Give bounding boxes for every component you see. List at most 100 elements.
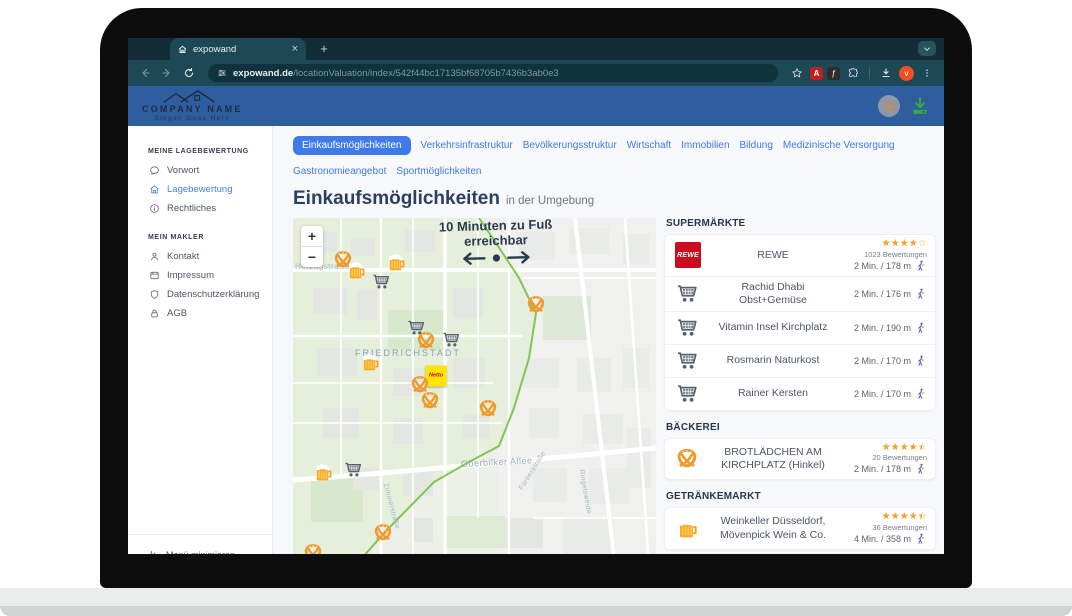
downloads-icon[interactable] xyxy=(877,64,895,82)
browser-tabstrip: expowand × + xyxy=(128,38,944,60)
app-header: COMPANY NAME Slogan Goes Here xyxy=(128,86,944,126)
browser-menu-kebab-icon[interactable] xyxy=(918,64,936,82)
map-marker-beer[interactable] xyxy=(386,252,407,273)
tab-einkaufsm-glichkeiten[interactable]: Einkaufsmöglichkeiten xyxy=(293,136,411,155)
tab-wirtschaft[interactable]: Wirtschaft xyxy=(627,136,671,155)
walking-person-icon xyxy=(915,463,927,475)
results-card: BROTLÄDCHEN AM KIRCHPLATZ (Hinkel)☆☆☆☆☆★… xyxy=(664,438,936,481)
company-name: COMPANY NAME xyxy=(142,105,243,114)
sidebar-item-lagebewertung[interactable]: Lagebewertung xyxy=(128,180,272,199)
sidebar-item-agb[interactable]: AGB xyxy=(128,304,272,323)
home-icon xyxy=(149,184,160,195)
new-tab-button[interactable]: + xyxy=(316,41,332,57)
beer-icon xyxy=(675,517,705,541)
sidebar-item-datenschutzerkl-rung[interactable]: Datenschutzerklärung xyxy=(128,285,272,304)
star-rating: ☆☆☆☆☆★★★★★ xyxy=(882,239,927,249)
category-tabs: Einkaufsmöglichkeiten Verkehrsinfrastrukt… xyxy=(293,136,938,181)
info-icon xyxy=(149,203,160,214)
walking-person-icon xyxy=(915,322,927,334)
extensions-puzzle-icon[interactable] xyxy=(844,64,862,82)
browser-profile-avatar[interactable]: v xyxy=(899,66,914,81)
place-name: Rainer Kersten xyxy=(705,387,841,400)
reviews-count: 20 Bewertungen xyxy=(872,453,927,462)
tab-bev-lkerungsstruktur[interactable]: Bevölkerungsstruktur xyxy=(523,136,617,155)
forward-icon[interactable] xyxy=(158,64,176,82)
results-card: REWEREWE☆☆☆☆☆★★★★★1023 Bewertungen2 Min.… xyxy=(664,234,936,411)
collapse-menu-button[interactable]: Menü minimieren xyxy=(128,549,272,554)
walk-distance: 2 Min. / 190 m xyxy=(854,323,911,333)
laptop-base-edge xyxy=(0,606,1072,616)
map-marker-cart[interactable] xyxy=(343,460,363,480)
map-marker-pretzel[interactable] xyxy=(419,391,440,412)
results-card: Weinkeller Düsseldorf, Mövenpick Wein & … xyxy=(664,507,936,550)
tab-close-icon[interactable]: × xyxy=(292,44,298,55)
map[interactable]: + − 10 Minuten zu Fuß erreichbar xyxy=(293,218,656,554)
sun-icon xyxy=(883,100,896,113)
chat-icon xyxy=(149,165,160,176)
map-marker-cart[interactable] xyxy=(441,330,461,350)
list-item[interactable]: Weinkeller Düsseldorf, Mövenpick Wein & … xyxy=(665,508,935,549)
map-marker-pretzel[interactable] xyxy=(302,543,323,554)
lock-icon xyxy=(149,308,160,319)
list-item[interactable]: Vitamin Insel Kirchplatz2 Min. / 190 m xyxy=(665,311,935,344)
map-zoom-in-button[interactable]: + xyxy=(301,226,323,246)
url-bar[interactable]: expowand.de/locationValuation/index/542f… xyxy=(208,64,778,82)
map-marker-pretzel[interactable] xyxy=(477,399,498,420)
list-item[interactable]: Rachid Dhabi Obst+Gemüse 2 Min. / 176 m xyxy=(665,276,935,311)
list-item[interactable]: Rosmarin Naturkost2 Min. / 170 m xyxy=(665,344,935,377)
fx-extension-icon[interactable]: ƒ xyxy=(827,67,840,80)
tab-bildung[interactable]: Bildung xyxy=(740,136,773,155)
sidebar-item-rechtliches[interactable]: Rechtliches xyxy=(128,199,272,218)
sidebar-item-vorwort[interactable]: Vorwort xyxy=(128,161,272,180)
walk-distance: 4 Min. / 358 m xyxy=(854,534,911,544)
list-item[interactable]: REWEREWE☆☆☆☆☆★★★★★1023 Bewertungen2 Min.… xyxy=(665,235,935,276)
place-name: Rachid Dhabi Obst+Gemüse xyxy=(705,281,841,307)
tab-title: expowand xyxy=(193,44,286,55)
walking-person-icon xyxy=(915,260,927,272)
collapse-menu-label: Menü minimieren xyxy=(166,550,235,555)
map-zoom-out-button[interactable]: − xyxy=(301,247,323,267)
sidebar-item-impressum[interactable]: Impressum xyxy=(128,266,272,285)
map-marker-pretzel[interactable] xyxy=(373,522,394,543)
list-item[interactable]: BROTLÄDCHEN AM KIRCHPLATZ (Hinkel)☆☆☆☆☆★… xyxy=(665,439,935,480)
sidebar-section-title: MEIN MAKLER xyxy=(128,234,272,247)
walking-person-icon xyxy=(915,388,927,400)
tab-medizinische-versorgung[interactable]: Medizinische Versorgung xyxy=(783,136,895,155)
map-marker-beer[interactable] xyxy=(313,463,334,484)
theme-toggle-button[interactable] xyxy=(878,95,900,117)
map-marker-cart[interactable] xyxy=(371,272,391,292)
back-icon[interactable] xyxy=(136,64,154,82)
tab-verkehrsinfrastruktur[interactable]: Verkehrsinfrastruktur xyxy=(421,136,513,155)
export-download-icon[interactable] xyxy=(910,96,930,116)
reload-icon[interactable] xyxy=(180,64,198,82)
place-name: Rosmarin Naturkost xyxy=(705,354,841,367)
map-marker-beer[interactable] xyxy=(359,353,380,374)
tab-search-chevron-icon[interactable] xyxy=(918,41,936,56)
map-marker-pretzel[interactable] xyxy=(415,330,436,351)
tab-sportm-glichkeiten[interactable]: Sportmöglichkeiten xyxy=(396,162,481,181)
list-item[interactable]: Rainer Kersten2 Min. / 170 m xyxy=(665,377,935,410)
map-marker-beer[interactable] xyxy=(346,260,367,281)
pdf-extension-icon[interactable]: A xyxy=(810,67,823,80)
walk-distance: 2 Min. / 176 m xyxy=(854,289,911,299)
place-name: REWE xyxy=(705,249,841,262)
star-rating: ☆☆☆☆☆★★★★★ xyxy=(882,443,927,453)
map-marker-pretzel[interactable] xyxy=(525,295,546,316)
company-logo[interactable]: COMPANY NAME Slogan Goes Here xyxy=(142,89,243,123)
site-settings-icon[interactable] xyxy=(217,68,227,78)
main-content: Einkaufsmöglichkeiten Verkehrsinfrastrukt… xyxy=(273,126,944,554)
sidebar-item-kontakt[interactable]: Kontakt xyxy=(128,247,272,266)
toolbar-divider xyxy=(869,67,870,79)
laptop-base xyxy=(0,588,1072,608)
tab-immobilien[interactable]: Immobilien xyxy=(681,136,729,155)
sidebar-item-label: Impressum xyxy=(167,270,214,281)
tab-gastronomieangebot[interactable]: Gastronomieangebot xyxy=(293,162,386,181)
browser-window: expowand × + expowand.de/locationValuati… xyxy=(128,38,944,554)
walk-distance: 2 Min. / 178 m xyxy=(854,464,911,474)
person-icon xyxy=(149,251,160,262)
page-subtitle: in der Umgebung xyxy=(506,195,594,207)
browser-tab[interactable]: expowand × xyxy=(170,38,306,60)
sidebar-item-label: AGB xyxy=(167,308,187,319)
bookmark-star-icon[interactable] xyxy=(788,64,806,82)
page-title: Einkaufsmöglichkeiten xyxy=(293,188,500,210)
